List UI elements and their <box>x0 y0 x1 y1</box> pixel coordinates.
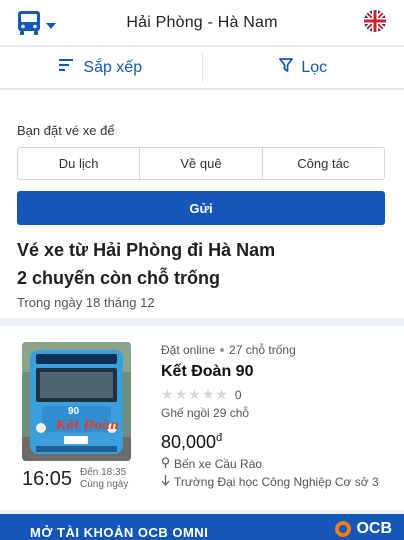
sort-icon <box>59 58 75 77</box>
purpose-option-hometown[interactable]: Về quê <box>139 148 261 179</box>
submit-button[interactable]: Gửi <box>17 191 385 225</box>
price-value: 80,000 <box>161 432 217 452</box>
ad-banner[interactable]: MỞ TÀI KHOẢN OCB OMNI OCB <box>0 514 404 540</box>
dropoff-point: Trường Đại học Công Nghiệp Cơ sở 3 <box>161 475 379 489</box>
route-title: Hải Phòng - Hà Nam <box>126 14 278 31</box>
operator-name: Kết Đoàn 90 <box>161 363 254 380</box>
filter-button[interactable]: Lọc <box>203 47 404 88</box>
rating-count: 0 <box>234 387 242 402</box>
dropoff-label: Trường Đại học Công Nghiệp Cơ sở 3 <box>174 475 379 489</box>
trip-card[interactable]: 90 Kết Đoàn 16:05 Đến 18:35 Cùng ngày Đặ… <box>0 326 404 510</box>
trip-meta: Đặt online 27 chỗ trống <box>161 343 379 357</box>
arrival-time: Đến 18:35 <box>80 467 127 478</box>
purpose-panel: Bạn đặt vé xe để Du lịch Về quê Công tác… <box>0 90 404 318</box>
price: 80,000đ <box>161 432 379 453</box>
trip-date: Trong ngày 18 tháng 12 <box>17 295 155 310</box>
sort-button[interactable]: Sắp xếp <box>0 47 202 88</box>
bus-menu-button[interactable] <box>16 10 56 41</box>
purpose-options: Du lịch Về quê Công tác <box>17 147 385 180</box>
star-icon: ★ <box>174 386 188 402</box>
bus-icon <box>16 10 42 41</box>
star-icon: ★ <box>215 386 228 402</box>
bus-photo-caption: Kết Đoàn <box>56 418 119 432</box>
trip-info: Đặt online 27 chỗ trống Kết Đoàn 90 ★ ★ … <box>161 343 379 489</box>
pickup-label: Bến xe Cầu Rào <box>174 457 263 471</box>
uk-flag-icon[interactable] <box>364 10 386 32</box>
arrival-info: Đến 18:35 Cùng ngày <box>80 467 128 491</box>
star-icon: ★ <box>201 386 215 402</box>
purpose-question: Bạn đặt vé xe để <box>17 123 115 138</box>
arrival-day: Cùng ngày <box>80 479 129 490</box>
sort-label: Sắp xếp <box>83 58 143 76</box>
booking-mode: Đặt online <box>161 343 216 357</box>
location-pin-icon <box>161 457 170 471</box>
separator-dot <box>220 348 225 352</box>
seats-left: 27 chỗ trống <box>229 343 296 357</box>
pickup-point: Bến xe Cầu Rào <box>161 457 379 471</box>
purpose-option-business[interactable]: Công tác <box>261 148 384 179</box>
rating: ★ ★ ★ ★ ★ 0 <box>161 386 379 403</box>
chevron-down-icon <box>46 17 56 35</box>
star-icon: ★ <box>188 386 201 402</box>
results-heading: Vé xe từ Hải Phòng đi Hà Nam <box>17 240 276 260</box>
filter-label: Lọc <box>301 58 328 76</box>
banner-text: MỞ TÀI KHOẢN OCB OMNI <box>30 525 209 540</box>
purpose-option-travel[interactable]: Du lịch <box>18 148 139 179</box>
star-icon: ★ <box>161 386 174 402</box>
ocb-logo: OCB <box>334 520 392 538</box>
arrow-down-icon <box>161 475 170 489</box>
ocb-logo-icon <box>335 521 352 537</box>
ocb-logo-text: OCB <box>356 520 392 537</box>
currency: đ <box>216 432 223 444</box>
filter-icon <box>279 58 294 77</box>
departure-time: 16:05 <box>22 468 73 490</box>
top-bar: Hải Phòng - Hà Nam <box>0 0 404 46</box>
sort-filter-bar: Sắp xếp Lọc <box>0 47 404 89</box>
bus-photo: 90 Kết Đoàn <box>22 342 131 461</box>
bus-photo-number: 90 <box>68 406 80 417</box>
trips-count: 2 chuyến còn chỗ trống <box>17 268 221 288</box>
seat-type: Ghế ngồi 29 chỗ <box>161 406 250 420</box>
